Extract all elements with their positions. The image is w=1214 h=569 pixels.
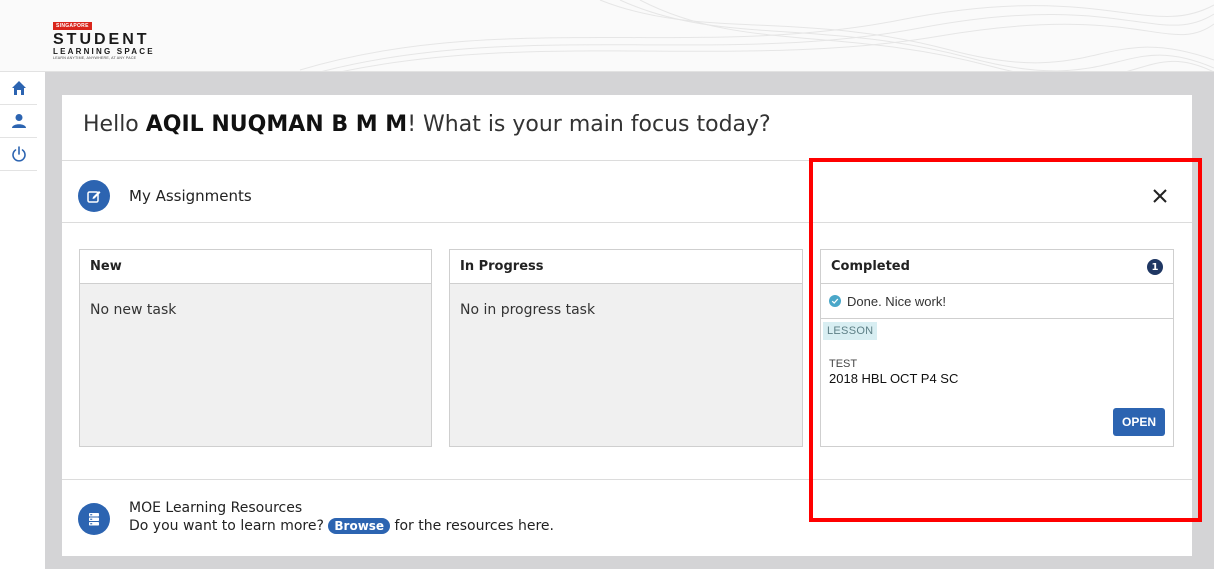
task-name[interactable]: 2018 HBL OCT P4 SC xyxy=(829,371,1173,386)
browse-button[interactable]: Browse xyxy=(328,518,391,534)
column-completed-header: Completed xyxy=(821,250,1173,284)
server-icon xyxy=(89,513,99,526)
header-wave-pattern xyxy=(299,0,1214,71)
column-new: New No new task xyxy=(79,249,432,447)
greeting: Hello AQIL NUQMAN B M M! What is your ma… xyxy=(83,112,771,137)
lesson-tag: LESSON xyxy=(823,322,878,340)
column-in-progress-header: In Progress xyxy=(450,250,802,284)
home-icon xyxy=(11,81,26,95)
nav-logout[interactable] xyxy=(0,138,37,171)
logo-badge: SINGAPORE xyxy=(53,22,92,30)
done-message: Done. Nice work! xyxy=(847,293,946,309)
resources-prompt: Do you want to learn more? Browse for th… xyxy=(129,518,554,534)
top-header: SINGAPORE STUDENT LEARNING SPACE LEARN A… xyxy=(0,0,1214,72)
logo-title: STUDENT xyxy=(53,31,150,48)
user-icon xyxy=(11,114,26,128)
resources-icon xyxy=(78,503,110,535)
divider xyxy=(62,222,1192,223)
greeting-suffix: ! What is your main focus today? xyxy=(407,112,771,137)
resources-text-after: for the resources here. xyxy=(390,518,554,534)
open-button[interactable]: OPEN xyxy=(1112,408,1165,436)
power-icon xyxy=(11,146,26,162)
check-circle-icon xyxy=(829,295,841,307)
left-nav-rail xyxy=(0,72,37,569)
column-new-empty: No new task xyxy=(90,302,177,318)
column-completed: Completed 1 Done. Nice work! LESSON TEST… xyxy=(820,249,1174,447)
student-name: AQIL NUQMAN B M M xyxy=(145,112,408,137)
assignments-title: My Assignments xyxy=(129,187,252,205)
task-type: TEST xyxy=(829,358,858,370)
column-new-header: New xyxy=(80,250,431,284)
completed-count-badge: 1 xyxy=(1147,259,1163,275)
resources-text-before: Do you want to learn more? xyxy=(129,518,329,534)
logo-subtitle: LEARNING SPACE xyxy=(53,47,155,56)
close-icon[interactable] xyxy=(1148,184,1172,208)
greeting-prefix: Hello xyxy=(83,112,146,137)
student-learning-space-logo[interactable]: SINGAPORE STUDENT LEARNING SPACE LEARN A… xyxy=(53,12,155,61)
column-in-progress-empty: No in progress task xyxy=(460,302,596,318)
divider xyxy=(62,479,1192,480)
edit-icon xyxy=(87,191,101,203)
logo-tagline: LEARN ANYTIME, ANYWHERE, AT ANY PACE xyxy=(53,56,137,60)
nav-home[interactable] xyxy=(0,72,37,105)
nav-profile[interactable] xyxy=(0,105,37,138)
column-in-progress: In Progress No in progress task xyxy=(449,249,803,447)
divider xyxy=(62,160,1192,161)
resources-title: MOE Learning Resources xyxy=(129,500,303,516)
done-message-row: Done. Nice work! xyxy=(821,284,1173,319)
assignments-icon xyxy=(78,180,110,212)
